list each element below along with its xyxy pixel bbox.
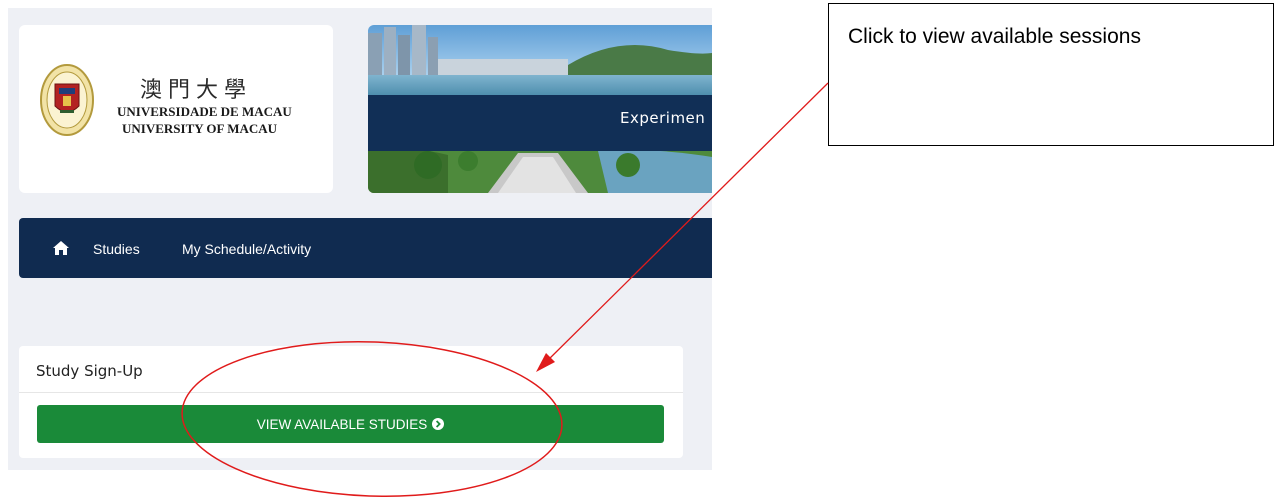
view-available-studies-label: VIEW AVAILABLE STUDIES	[256, 416, 428, 432]
campus-banner: Experimen	[368, 25, 712, 193]
university-seal-icon	[40, 64, 94, 136]
panel-divider	[19, 392, 683, 393]
logo-portuguese-name: UNIVERSIDADE DE MACAU	[117, 104, 292, 119]
nav-item-my-schedule[interactable]: My Schedule/Activity	[182, 241, 311, 257]
study-signup-title: Study Sign-Up	[36, 362, 143, 380]
view-available-studies-button[interactable]: VIEW AVAILABLE STUDIES	[37, 405, 664, 443]
banner-caption: Experimen	[620, 109, 706, 127]
logo-english-name: UNIVERSITY OF MACAU	[122, 121, 278, 136]
chevron-circle-right-icon	[432, 418, 445, 430]
annotation-callout-text: Click to view available sessions	[848, 25, 1141, 48]
annotation-callout-box: Click to view available sessions	[828, 3, 1274, 146]
main-navbar: Studies My Schedule/Activity	[19, 218, 712, 278]
nav-item-studies[interactable]: Studies	[93, 241, 140, 257]
home-icon[interactable]	[53, 241, 69, 255]
study-signup-panel: Study Sign-Up VIEW AVAILABLE STUDIES	[19, 346, 683, 458]
logo-chinese-name: 澳門大學	[140, 78, 253, 103]
